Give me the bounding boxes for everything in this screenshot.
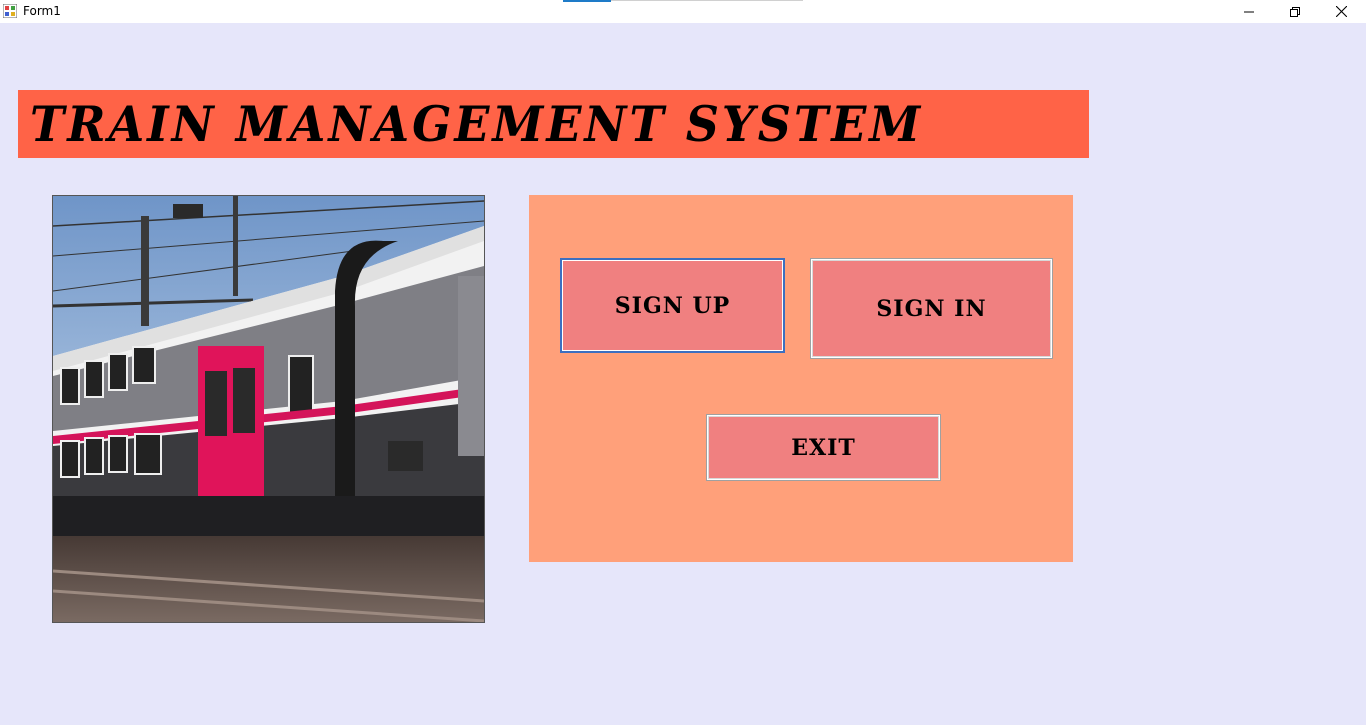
winforms-app-icon: [3, 4, 17, 18]
menu-panel: SIGN UP SIGN IN EXIT: [529, 195, 1073, 562]
close-button[interactable]: [1318, 0, 1364, 23]
sign-up-label: SIGN UP: [614, 292, 731, 319]
train-image: [53, 196, 484, 622]
close-icon: [1335, 6, 1347, 17]
sign-in-label: SIGN IN: [876, 295, 987, 322]
sign-in-button[interactable]: SIGN IN: [810, 258, 1053, 359]
title-banner: TRAIN MANAGEMENT SYSTEM: [18, 90, 1089, 158]
titlebar-accent: [563, 0, 611, 2]
exit-label: EXIT: [791, 434, 856, 461]
restore-button[interactable]: [1272, 0, 1318, 23]
window-title: Form1: [23, 4, 61, 18]
train-picture: [52, 195, 485, 623]
restore-icon: [1290, 6, 1300, 17]
minimize-icon: [1244, 11, 1254, 12]
exit-button[interactable]: EXIT: [706, 414, 941, 481]
minimize-button[interactable]: [1226, 0, 1272, 23]
app-title: TRAIN MANAGEMENT SYSTEM: [30, 95, 924, 153]
window-titlebar: Form1: [0, 0, 1366, 23]
titlebar-divider: [611, 0, 803, 1]
sign-up-button[interactable]: SIGN UP: [560, 258, 785, 353]
